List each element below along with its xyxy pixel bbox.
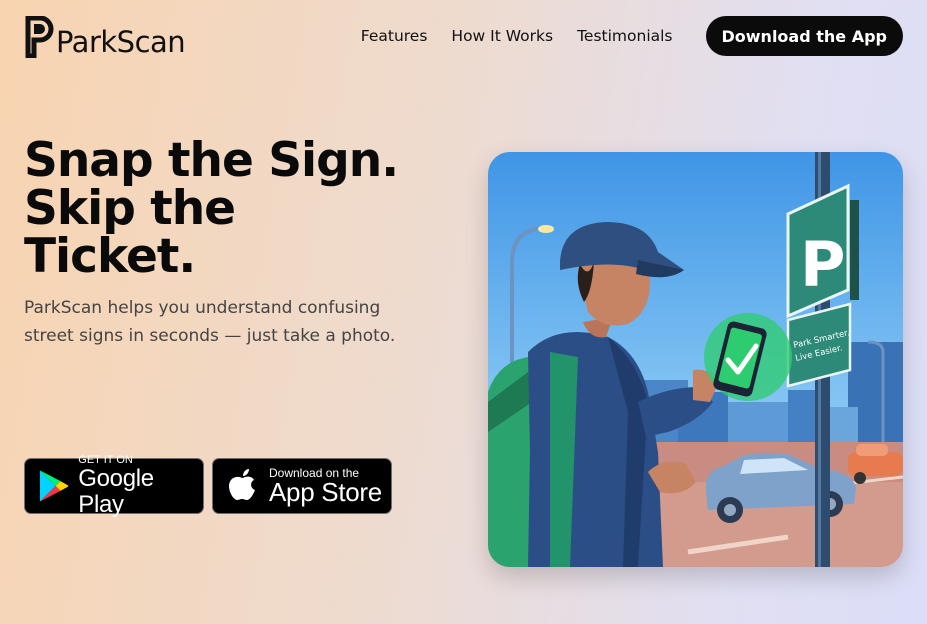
google-play-icon (39, 470, 69, 502)
parking-sign-letter: P (800, 228, 845, 301)
hero-title: Snap the Sign. Skip the Ticket. (24, 137, 444, 281)
logo-mark-icon (25, 16, 54, 58)
nav-link-testimonials[interactable]: Testimonials (577, 27, 672, 45)
google-play-big-label: Google Play (78, 464, 154, 518)
hero-subtitle: ParkScan helps you understand confusing … (24, 298, 396, 346)
phone-check (704, 313, 792, 401)
download-app-button[interactable]: Download the App (705, 16, 903, 56)
google-play-small-label: GET IT ON (78, 453, 133, 466)
app-store-badge[interactable]: Download on the App Store (212, 458, 392, 514)
hero-title-line: Snap the Sign. (24, 133, 399, 188)
brand-logo[interactable]: ParkScan (25, 14, 186, 59)
app-store-big-label: App Store (269, 476, 382, 507)
app-store-text: Download on the App Store (269, 467, 382, 507)
google-play-badge[interactable]: GET IT ON Google Play (24, 454, 204, 517)
hero-title-line: Ticket. (24, 229, 196, 284)
hero-illustration: P Park Smarter. Live Easier. (488, 152, 903, 567)
brand-name: ParkScan (56, 25, 186, 59)
hero-illustration-art: P Park Smarter. Live Easier. (488, 152, 903, 567)
google-play-text: GET IT ON Google Play (78, 453, 203, 518)
hero-title-line: Skip the (24, 181, 236, 236)
top-nav: Features How It Works Testimonials Downl… (361, 16, 903, 56)
nav-link-how-it-works[interactable]: How It Works (451, 27, 553, 45)
apple-icon (229, 469, 255, 500)
nav-link-features[interactable]: Features (361, 27, 428, 45)
